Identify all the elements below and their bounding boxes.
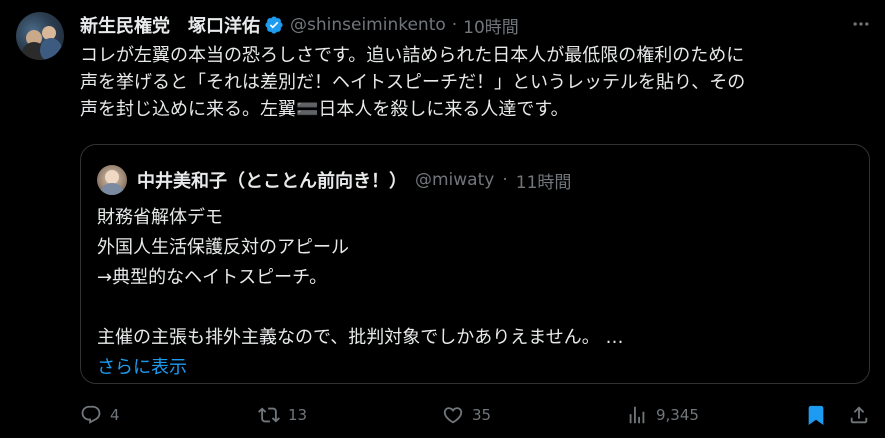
verified-badge-icon	[264, 15, 284, 35]
more-icon[interactable]	[851, 14, 871, 34]
quote-author-name: 中井美和子（とことん前向き！）	[137, 171, 407, 192]
reply-icon	[81, 405, 101, 424]
tweet-time[interactable]: 10時間	[463, 13, 519, 38]
tweet-text-line: コレが左翼の本当の恐ろしさです。追い詰められた日本人が最低限の権利のために	[80, 45, 745, 66]
quote-text-line: →典型的なヘイトスピーチ。	[97, 267, 328, 288]
quote-text-line	[97, 293, 857, 323]
quote-author-handle: @miwaty	[415, 170, 495, 190]
quoted-tweet[interactable]: 中井美和子（とことん前向き！） @miwaty · 11時間 財務省解体デモ 外…	[80, 144, 870, 384]
bookmark-icon	[808, 405, 824, 426]
tweet-text-line: 声を封じ込めに来る。左翼🟰日本人を殺しに来る人達です。	[80, 99, 569, 120]
meta-separator: ·	[451, 15, 458, 35]
like-button[interactable]: 35	[442, 400, 491, 430]
bookmark-button[interactable]	[805, 400, 827, 430]
like-icon	[443, 407, 463, 424]
quote-time: 11時間	[515, 172, 572, 193]
share-icon	[850, 406, 868, 424]
tweet-text-line: 声を挙げると「それは差別だ！ヘイトスピーチだ！」というレッテルを貼り、その	[80, 72, 746, 93]
author-handle[interactable]: @shinseiminkento	[290, 15, 446, 35]
meta-separator: ·	[502, 170, 508, 190]
views-icon	[629, 406, 645, 424]
views-button[interactable]: 9,345	[626, 400, 699, 430]
author-avatar[interactable]	[16, 12, 64, 60]
repost-icon	[258, 407, 280, 423]
quote-text: 財務省解体デモ 外国人生活保護反対のアピール →典型的なヘイトスピーチ。 主催の…	[97, 203, 857, 383]
quote-author-avatar	[97, 165, 127, 195]
tweet-text: コレが左翼の本当の恐ろしさです。追い詰められた日本人が最低限の権利のために 声を…	[80, 42, 872, 123]
like-count: 35	[472, 406, 492, 424]
tweet-header: 新生民権党 塚口洋佑 @shinseiminkento · 10時間	[80, 12, 869, 38]
repost-count: 13	[288, 406, 308, 424]
quote-header: 中井美和子（とことん前向き！） @miwaty · 11時間	[137, 167, 571, 193]
reply-button[interactable]: 4	[80, 400, 120, 430]
quote-text-line: 財務省解体デモ	[97, 207, 223, 228]
reply-count: 4	[110, 406, 120, 424]
share-button[interactable]	[848, 400, 870, 430]
author-name[interactable]: 新生民権党 塚口洋佑	[80, 12, 260, 38]
repost-button[interactable]: 13	[258, 400, 307, 430]
quote-text-line: 主催の主張も排外主義なので、批判対象でしかありえません。 …	[97, 327, 624, 348]
views-count: 9,345	[656, 406, 699, 424]
action-bar: 4 13 35 9,345	[80, 400, 872, 430]
quote-text-line: 外国人生活保護反対のアピール	[97, 237, 349, 258]
show-more-link[interactable]: さらに表示	[97, 353, 857, 383]
